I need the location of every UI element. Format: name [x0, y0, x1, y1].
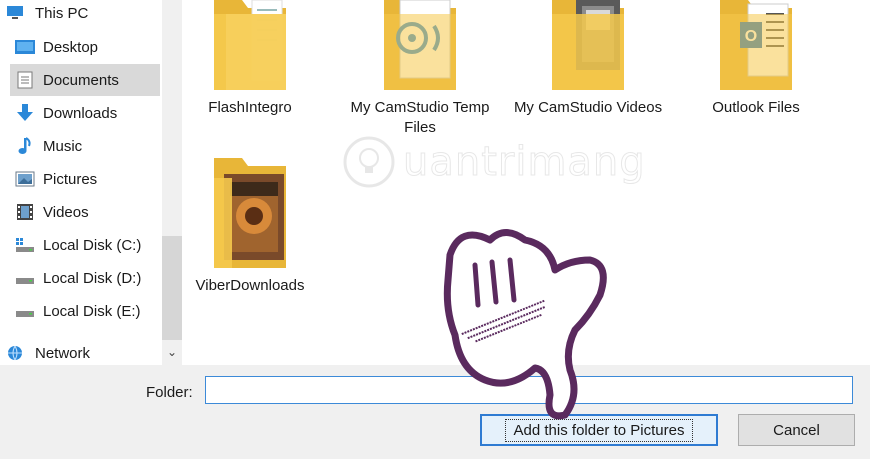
- folder-icon: [214, 0, 286, 90]
- nav-videos[interactable]: Videos: [10, 196, 160, 228]
- drive-icon: [14, 302, 36, 320]
- monitor-icon: [6, 4, 28, 22]
- nav-pictures[interactable]: Pictures: [10, 163, 160, 195]
- folder-label: Folder:: [146, 384, 193, 401]
- nav-label: Network: [35, 344, 91, 362]
- folder-image-icon: [214, 158, 286, 268]
- nav-label: Documents: [43, 71, 119, 89]
- cancel-button-label: Cancel: [773, 421, 820, 439]
- music-note-icon: [14, 137, 36, 155]
- add-folder-button-label: Add this folder to Pictures: [504, 418, 694, 442]
- folder-camstudio-icon: [384, 0, 456, 90]
- folder-item-camstudio-videos[interactable]: My CamStudio Videos: [513, 0, 663, 118]
- folder-name: ViberDownloads: [195, 277, 305, 294]
- folder-view: FlashIntegro My CamStudio Temp Files My …: [183, 0, 870, 365]
- folder-name: My CamStudio Videos: [513, 99, 663, 116]
- folder-name: Outlook Files: [712, 99, 800, 116]
- nav-local-disk-d[interactable]: Local Disk (D:): [10, 262, 160, 294]
- navigation-pane: This PC Desktop Documents Downloads Musi…: [0, 0, 183, 365]
- nav-label: This PC: [35, 4, 89, 22]
- folder-item-viberdownloads[interactable]: ViberDownloads: [175, 158, 325, 296]
- nav-label: Local Disk (C:): [43, 236, 142, 254]
- nav-network[interactable]: Network: [6, 337, 156, 365]
- nav-label: Music: [43, 137, 83, 155]
- nav-downloads[interactable]: Downloads: [10, 97, 160, 129]
- nav-label: Videos: [43, 203, 89, 221]
- lightbulb-logo-icon: [343, 136, 395, 188]
- network-icon: [6, 344, 28, 362]
- chevron-down-icon[interactable]: ⌄: [162, 340, 182, 364]
- nav-label: Local Disk (E:): [43, 302, 141, 320]
- nav-desktop[interactable]: Desktop: [10, 31, 160, 63]
- documents-icon: [14, 71, 36, 89]
- nav-music[interactable]: Music: [10, 130, 160, 162]
- system-drive-icon: [14, 236, 36, 254]
- cancel-button[interactable]: Cancel: [738, 414, 855, 446]
- pictures-icon: [14, 170, 36, 188]
- nav-label: Local Disk (D:): [43, 269, 142, 287]
- add-folder-button[interactable]: Add this folder to Pictures: [480, 414, 718, 446]
- folder-name: FlashIntegro: [208, 99, 292, 116]
- nav-this-pc[interactable]: This PC: [6, 0, 156, 28]
- folder-video-icon: [552, 0, 624, 90]
- nav-documents[interactable]: Documents: [10, 64, 160, 96]
- nav-local-disk-c[interactable]: Local Disk (C:): [10, 229, 160, 261]
- watermark-text: uantrimang: [403, 139, 646, 186]
- desktop-icon: [14, 38, 36, 56]
- watermark: uantrimang: [341, 132, 661, 192]
- folder-outlook-icon: O: [720, 0, 792, 90]
- folder-item-camstudio-temp[interactable]: My CamStudio Temp Files: [345, 0, 495, 138]
- dialog-footer: Folder: Add this folder to Pictures Canc…: [0, 365, 870, 459]
- drive-icon: [14, 269, 36, 287]
- nav-local-disk-e[interactable]: Local Disk (E:): [10, 295, 160, 327]
- nav-label: Pictures: [43, 170, 98, 188]
- folder-item-flashintegro[interactable]: FlashIntegro: [175, 0, 325, 118]
- film-icon: [14, 203, 36, 221]
- folder-input[interactable]: [205, 376, 853, 404]
- nav-label: Desktop: [43, 38, 99, 56]
- download-arrow-icon: [14, 104, 36, 122]
- folder-item-outlook-files[interactable]: O Outlook Files: [681, 0, 831, 118]
- nav-label: Downloads: [43, 104, 118, 122]
